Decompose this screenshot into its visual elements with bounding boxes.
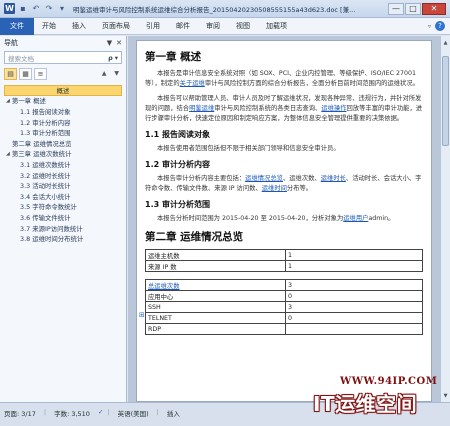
tree-item-3-2[interactable]: 3.2 运维时长统计 <box>4 170 122 181</box>
nav-search-input[interactable]: 搜索文档 ρ ▾ <box>4 51 122 64</box>
document-page[interactable]: 第一章 概述 本报告是审计信息安全系统对照（如 SOX、PCI、企业内控管理、等… <box>136 40 432 402</box>
table-row: 总运维次数 3 <box>145 279 423 291</box>
vertical-scrollbar[interactable]: ▲ ▼ <box>440 36 450 402</box>
section-1-2-heading: 1.2 审计分析内容 <box>145 160 210 169</box>
table-move-handle-icon[interactable]: ⊞ <box>139 311 145 319</box>
nav-options-icon[interactable]: ▼ <box>107 39 112 47</box>
window-title: 明鉴运维审计与风险控制系统运维综合分析报告_201504202305085551… <box>73 5 356 14</box>
section-1-3-heading: 1.3 审计分析范围 <box>145 200 210 209</box>
help-icon[interactable]: ? <box>435 21 445 31</box>
undo-icon[interactable]: ↶ <box>31 4 41 14</box>
redo-icon[interactable]: ↷ <box>44 4 54 14</box>
close-button[interactable]: ✕ <box>422 2 446 15</box>
tab-insert[interactable]: 插入 <box>64 18 94 35</box>
overview-table: 运维主机数 1 来源 IP 数1 总运维次数 3 应用中心 0 SSH 3 TELNET… <box>145 249 423 335</box>
tree-item-3-1[interactable]: 3.1 运维次数统计 <box>4 159 122 170</box>
tree-item-ch2[interactable]: 第二章 运维情况总览 <box>4 138 122 149</box>
language-indicator[interactable]: 英语(美国) <box>118 408 149 418</box>
tab-home[interactable]: 开始 <box>34 18 64 35</box>
watermark-logo: IT运维空间 <box>313 392 418 416</box>
tree-item-1-3[interactable]: 1.3 审计分析范围 <box>4 127 122 138</box>
scroll-down-icon[interactable]: ▼ <box>441 391 450 400</box>
search-icon[interactable]: ρ <box>108 54 113 62</box>
tree-item-ch3[interactable]: ◢ 第三章 运维次数统计 <box>4 149 122 160</box>
tab-references[interactable]: 引用 <box>138 18 168 35</box>
chapter-1-title: 第一章 概述 <box>145 51 202 63</box>
tree-item-3-3[interactable]: 3.3 活动时长统计 <box>4 180 122 191</box>
table-row: RDP <box>145 323 423 335</box>
nav-close-icon[interactable]: ✕ <box>116 39 122 47</box>
tree-item-3-6[interactable]: 3.6 传输文件统计 <box>4 212 122 223</box>
scroll-thumb[interactable] <box>442 56 449 146</box>
nav-heading-tree: 概述 ◢ 第一章 概述 1.1 报告阅读对象 1.2 审计分析内容 1.3 审计分… <box>4 85 122 244</box>
tab-addins[interactable]: 加载项 <box>258 18 295 35</box>
navigation-pane: 导航 ▼ ✕ 搜索文档 ρ ▾ ▤ ▦ ≡ ▲ ▼ 概述 ◢ 第一章 概述 1.1… <box>0 36 127 402</box>
tab-view[interactable]: 视图 <box>228 18 258 35</box>
word-count[interactable]: 字数: 3,510 <box>54 408 90 418</box>
page-count[interactable]: 页面: 3/17 <box>4 408 36 418</box>
customize-toolbar-icon[interactable]: ▾ <box>57 4 67 14</box>
overview-paragraph-2: 本报告可以帮助管理人员、审计人员及时了解运维状况，发现各种异常、违规行为，并针对… <box>145 95 423 122</box>
tree-item-ch1[interactable]: ◢ 第一章 概述 <box>4 96 122 107</box>
proofing-icon[interactable]: ✓ <box>98 408 103 416</box>
tree-item-label: 第一章 概述 <box>11 97 46 106</box>
scroll-up-icon[interactable]: ▲ <box>441 38 450 47</box>
content-paragraph: 本报告审计分析内容主要包括：运维情况总览、运维次数、运维时长、活动时长、会话大小… <box>145 175 422 192</box>
headings-view-icon[interactable]: ▤ <box>4 67 17 80</box>
collapse-icon[interactable]: ◢ <box>6 98 10 104</box>
minimize-button[interactable]: — <box>388 2 404 15</box>
readers-paragraph: 本报告使用者范围包括但不限于相关部门领导和信息安全审计员。 <box>157 145 340 152</box>
tree-item-overview[interactable]: 概述 <box>4 85 122 96</box>
nav-search-placeholder: 搜索文档 <box>8 54 34 63</box>
document-area: 第一章 概述 本报告是审计信息安全系统对照（如 SOX、PCI、企业内控管理、等… <box>128 36 450 402</box>
ribbon-tabs: 文件 开始 插入 页面布局 引用 邮件 审阅 视图 加载项 ▿ ? <box>0 17 450 35</box>
nav-title: 导航 <box>4 38 18 47</box>
overview-paragraph-1: 本报告是审计信息安全系统对照（如 SOX、PCI、企业内控管理、等级保护、ISO… <box>145 70 419 87</box>
word-app-icon[interactable]: W <box>4 3 15 14</box>
save-icon[interactable]: ▪ <box>18 4 28 14</box>
nav-scroll-arrows[interactable]: ▲ ▼ <box>102 70 122 77</box>
title-bar: W ▪ ↶ ↷ ▾ 明鉴运维审计与风险控制系统运维综合分析报告_20150420… <box>0 0 450 18</box>
table-row: 应用中心 0 <box>145 290 423 302</box>
pages-view-icon[interactable]: ▦ <box>19 67 32 80</box>
tree-item-3-5[interactable]: 3.5 字符命令数统计 <box>4 202 122 213</box>
search-dropdown-icon[interactable]: ▾ <box>115 54 118 62</box>
insert-mode[interactable]: 插入 <box>167 408 180 418</box>
watermark-url: WWW.94IP.COM <box>340 376 438 387</box>
tree-item-1-1[interactable]: 1.1 报告阅读对象 <box>4 106 122 117</box>
tree-item-1-2[interactable]: 1.2 审计分析内容 <box>4 117 122 128</box>
tree-item-label: 第二章 运维情况总览 <box>12 139 72 148</box>
ribbon-collapse-icon[interactable]: ▿ <box>428 23 431 30</box>
tree-item-3-7[interactable]: 3.7 来源IP访问数统计 <box>4 223 122 234</box>
tab-file[interactable]: 文件 <box>0 17 34 35</box>
table-row: SSH 3 <box>145 301 423 313</box>
tab-page-layout[interactable]: 页面布局 <box>94 18 138 35</box>
section-1-1-heading: 1.1 报告阅读对象 <box>145 130 210 139</box>
table-row: TELNET 0 <box>145 312 423 324</box>
maximize-button[interactable]: □ <box>405 2 421 15</box>
tree-item-label: 第三章 运维次数统计 <box>11 150 72 159</box>
collapse-icon[interactable]: ◢ <box>6 151 10 157</box>
tree-item-3-8[interactable]: 3.8 运维时间分布统计 <box>4 233 122 244</box>
table-row: 运维主机数 1 <box>145 249 423 261</box>
results-view-icon[interactable]: ≡ <box>34 67 47 80</box>
tree-item-3-4[interactable]: 3.4 会话大小统计 <box>4 191 122 202</box>
chapter-2-title: 第二章 运维情况总览 <box>145 231 244 243</box>
tab-review[interactable]: 审阅 <box>198 18 228 35</box>
tab-mailings[interactable]: 邮件 <box>168 18 198 35</box>
scope-paragraph: 本报告分析时间范围为 2015-04-20 至 2015-04-20，分析对象为… <box>157 215 395 222</box>
table-row: 来源 IP 数1 <box>145 260 423 272</box>
